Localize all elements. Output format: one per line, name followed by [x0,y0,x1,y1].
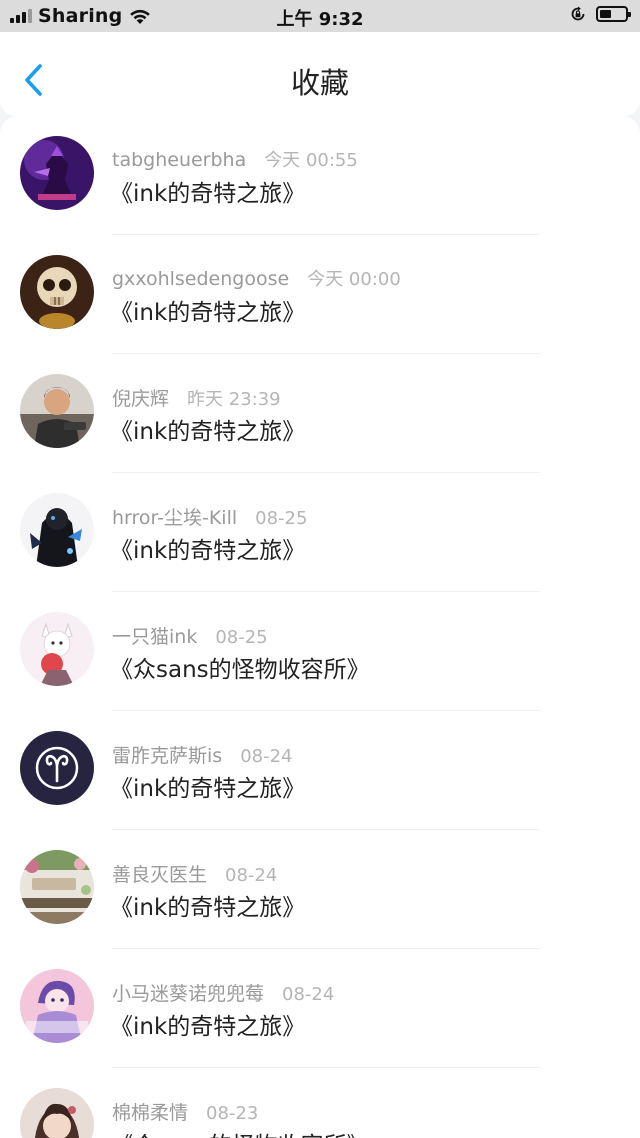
item-meta: 善良灭医生 08-24 [112,860,277,887]
item-meta: 一只猫ink 08-25 [112,622,268,649]
avatar [20,136,94,210]
nav-bar: 收藏 [0,32,640,116]
item-meta: 小马迷葵诺兜兜莓 08-24 [112,979,334,1006]
username[interactable]: 倪庆辉 [112,384,169,411]
username[interactable]: 棉棉柔情 [112,1098,188,1125]
timestamp: 08-23 [206,1103,259,1124]
work-title[interactable]: 《ink的奇特之旅》 [110,412,305,446]
avatar [20,374,94,448]
avatar [20,612,94,686]
timestamp: 08-24 [240,746,293,767]
work-title[interactable]: 《ink的奇特之旅》 [110,769,305,803]
timestamp: 今天 00:00 [307,269,401,290]
list-item[interactable]: 倪庆辉 昨天 23:39 《ink的奇特之旅》 [0,354,640,473]
list-item[interactable]: 善良灭医生 08-24 《ink的奇特之旅》 [0,830,640,949]
timestamp: 08-25 [215,627,268,648]
username[interactable]: gxxohlsedengoose [112,268,289,290]
item-meta: 棉棉柔情 08-23 [112,1098,258,1125]
work-title[interactable]: 《ink的奇特之旅》 [110,1007,305,1041]
list-item[interactable]: tabgheuerbha 今天 00:55 《ink的奇特之旅》 [0,116,640,235]
list-item[interactable]: gxxohlsedengoose 今天 00:00 《ink的奇特之旅》 [0,235,640,354]
username[interactable]: 小马迷葵诺兜兜莓 [112,979,264,1006]
battery-fill [600,10,611,18]
rotation-lock-icon [571,6,585,21]
timestamp: 今天 00:55 [264,150,358,171]
avatar [20,1088,94,1138]
status-time: 上午 9:32 [276,9,364,30]
work-title[interactable]: 《众sans的怪物收容所》 [110,650,370,684]
list-item[interactable]: 一只猫ink 08-25 《众sans的怪物收容所》 [0,592,640,711]
list-item[interactable]: 小马迷葵诺兜兜莓 08-24 《ink的奇特之旅》 [0,949,640,1068]
work-title[interactable]: 《ink的奇特之旅》 [110,174,305,208]
item-meta: gxxohlsedengoose 今天 00:00 [112,265,401,291]
username[interactable]: tabgheuerbha [112,149,246,171]
list-item[interactable]: 雷胙克萨斯is 08-24 《ink的奇特之旅》 [0,711,640,830]
work-title[interactable]: 《众sans的怪物收容所》 [110,1126,370,1138]
status-bar: Sharing 上午 9:32 [0,0,640,32]
username[interactable]: 善良灭医生 [112,860,207,887]
avatar [20,731,94,805]
work-title[interactable]: 《ink的奇特之旅》 [110,293,305,327]
item-meta: hrror-尘埃-Kill 08-25 [112,503,307,530]
avatar [20,255,94,329]
item-meta: 雷胙克萨斯is 08-24 [112,741,293,768]
avatar [20,850,94,924]
timestamp: 08-24 [225,865,278,886]
timestamp: 08-24 [282,984,335,1005]
list-item[interactable]: hrror-尘埃-Kill 08-25 《ink的奇特之旅》 [0,473,640,592]
item-meta: 倪庆辉 昨天 23:39 [112,384,281,411]
work-title[interactable]: 《ink的奇特之旅》 [110,531,305,565]
username[interactable]: 雷胙克萨斯is [112,741,222,768]
item-meta: tabgheuerbha 今天 00:55 [112,146,358,172]
avatar [20,493,94,567]
timestamp: 昨天 23:39 [187,389,281,410]
status-right [570,6,631,22]
battery-icon [596,6,631,22]
username[interactable]: 一只猫ink [112,622,197,649]
username[interactable]: hrror-尘埃-Kill [112,503,237,530]
avatar [20,969,94,1043]
list-item[interactable]: 棉棉柔情 08-23 《众sans的怪物收容所》 [0,1068,640,1138]
timestamp: 08-25 [255,508,308,529]
favorites-list: tabgheuerbha 今天 00:55 《ink的奇特之旅》 gxxohls… [0,116,640,1138]
work-title[interactable]: 《ink的奇特之旅》 [110,888,305,922]
page-title: 收藏 [290,66,349,100]
